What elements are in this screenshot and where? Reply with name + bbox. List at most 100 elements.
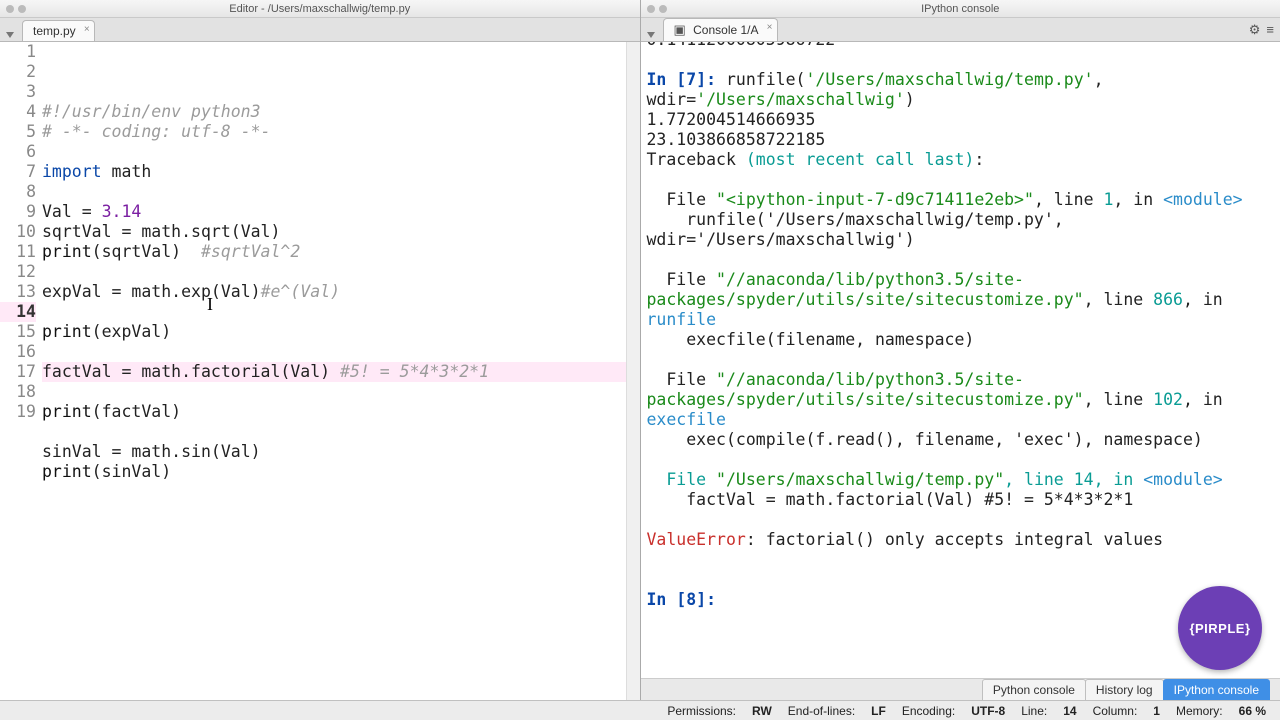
window-close-icon[interactable]: [647, 5, 655, 13]
line-number: 2: [0, 62, 36, 82]
line-number: 17: [0, 362, 36, 382]
code-line[interactable]: sinVal = math.sin(Val): [42, 442, 626, 462]
code-line[interactable]: Val = 3.14: [42, 202, 626, 222]
code-line[interactable]: factVal = math.factorial(Val) #5! = 5*4*…: [42, 362, 626, 382]
code-line[interactable]: print(sqrtVal) #sqrtVal^2: [42, 242, 626, 262]
code-line[interactable]: print(factVal): [42, 402, 626, 422]
console-line: factVal = math.factorial(Val) #5! = 5*4*…: [647, 490, 1275, 510]
console-line: 1.772004514666935: [647, 110, 1275, 130]
console-title-bar: IPython console: [641, 0, 1280, 18]
console-line: File "//anaconda/lib/python3.5/site-pack…: [647, 370, 1275, 430]
code-line[interactable]: [42, 182, 626, 202]
console-output[interactable]: 0.14112000805986722 In [7]: runfile('/Us…: [641, 28, 1280, 678]
code-line[interactable]: import math: [42, 162, 626, 182]
status-col-value: 1: [1147, 704, 1166, 718]
status-mem-value: 66 %: [1233, 704, 1272, 718]
line-gutter: 12345678910111213141516171819: [0, 42, 42, 700]
status-perm-label: Permissions:: [661, 704, 742, 718]
line-number: 6: [0, 142, 36, 162]
code-area[interactable]: I #!/usr/bin/env python3# -*- coding: ut…: [42, 42, 626, 700]
gear-icon[interactable]: ⚙: [1249, 22, 1261, 38]
console-tab-label: Console 1/A: [693, 23, 758, 37]
editor-tabstrip: temp.py ×: [0, 18, 640, 42]
console-line: [647, 570, 1275, 590]
status-enc-value: UTF-8: [965, 704, 1011, 718]
console-pane: IPython console ▣ Console 1/A × ⚙ ≡ 0.14…: [641, 0, 1280, 700]
console-line: [647, 170, 1275, 190]
close-icon[interactable]: ×: [84, 24, 90, 35]
code-line[interactable]: [42, 142, 626, 162]
console-window-title: IPython console: [921, 3, 999, 15]
line-number: 12: [0, 262, 36, 282]
line-number: 18: [0, 382, 36, 402]
status-enc-label: Encoding:: [896, 704, 961, 718]
code-line[interactable]: [42, 302, 626, 322]
line-number: 8: [0, 182, 36, 202]
code-line[interactable]: # -*- coding: utf-8 -*-: [42, 122, 626, 142]
file-browse-icon[interactable]: [6, 32, 14, 38]
console-tab[interactable]: ▣ Console 1/A ×: [663, 18, 778, 41]
console-line: Traceback (most recent call last):: [647, 150, 1275, 170]
menu-icon[interactable]: ≡: [1266, 22, 1274, 38]
text-cursor-icon: I: [207, 294, 213, 314]
line-number: 4: [0, 102, 36, 122]
line-number: 5: [0, 122, 36, 142]
console-line: [647, 250, 1275, 270]
console-line: runfile('/Users/maxschallwig/temp.py', w…: [647, 210, 1275, 250]
code-line[interactable]: expVal = math.exp(Val)#e^(Val): [42, 282, 626, 302]
console-line: [647, 50, 1275, 70]
editor-window-title: Editor - /Users/maxschallwig/temp.py: [229, 3, 410, 15]
status-mem-label: Memory:: [1170, 704, 1229, 718]
editor-tab-temp[interactable]: temp.py ×: [22, 20, 95, 41]
line-number: 10: [0, 222, 36, 242]
console-line: [647, 350, 1275, 370]
code-line[interactable]: [42, 422, 626, 442]
window-close-icon[interactable]: [6, 5, 14, 13]
window-min-icon[interactable]: [659, 5, 667, 13]
close-icon[interactable]: ×: [767, 22, 773, 33]
editor-pane: Editor - /Users/maxschallwig/temp.py tem…: [0, 0, 641, 700]
status-eol-label: End-of-lines:: [782, 704, 861, 718]
status-line-value: 14: [1057, 704, 1082, 718]
console-line: In [8]:: [647, 590, 1275, 610]
line-number: 1: [0, 42, 36, 62]
console-line: [647, 550, 1275, 570]
console-line: In [7]: runfile('/Users/maxschallwig/tem…: [647, 70, 1275, 110]
console-line: execfile(filename, namespace): [647, 330, 1275, 350]
editor-scrollbar[interactable]: [626, 42, 640, 700]
code-line[interactable]: #!/usr/bin/env python3: [42, 102, 626, 122]
editor-title-bar: Editor - /Users/maxschallwig/temp.py: [0, 0, 640, 18]
status-eol-value: LF: [865, 704, 892, 718]
console-tabstrip: ▣ Console 1/A × ⚙ ≡: [641, 18, 1280, 42]
console-line: File "/Users/maxschallwig/temp.py", line…: [647, 470, 1275, 490]
editor-body[interactable]: 12345678910111213141516171819 I #!/usr/b…: [0, 42, 640, 700]
console-kernel-icon: ▣: [674, 22, 686, 37]
tab-ipython-console[interactable]: IPython console: [1163, 679, 1270, 700]
code-line[interactable]: print(sinVal): [42, 462, 626, 482]
code-line[interactable]: [42, 262, 626, 282]
console-line: ValueError: factorial() only accepts int…: [647, 530, 1275, 550]
console-line: exec(compile(f.read(), filename, 'exec')…: [647, 430, 1275, 450]
code-line[interactable]: [42, 342, 626, 362]
line-number: 3: [0, 82, 36, 102]
tab-history-log[interactable]: History log: [1085, 679, 1164, 700]
code-line[interactable]: print(expVal): [42, 322, 626, 342]
line-number: 9: [0, 202, 36, 222]
line-number: 15: [0, 322, 36, 342]
tab-python-console[interactable]: Python console: [982, 679, 1086, 700]
line-number: 19: [0, 402, 36, 422]
code-line[interactable]: [42, 382, 626, 402]
console-line: File "//anaconda/lib/python3.5/site-pack…: [647, 270, 1275, 330]
window-min-icon[interactable]: [18, 5, 26, 13]
status-col-label: Column:: [1087, 704, 1144, 718]
line-number: 11: [0, 242, 36, 262]
console-line: File "<ipython-input-7-d9c71411e2eb>", l…: [647, 190, 1275, 210]
console-line: [647, 450, 1275, 470]
console-browse-icon[interactable]: [647, 32, 655, 38]
console-line: [647, 510, 1275, 530]
line-number: 14: [0, 302, 36, 322]
pirple-badge: {PIRPLE}: [1178, 586, 1262, 670]
console-bottom-tabs: Python console History log IPython conso…: [641, 678, 1280, 700]
status-perm-value: RW: [746, 704, 778, 718]
code-line[interactable]: sqrtVal = math.sqrt(Val): [42, 222, 626, 242]
